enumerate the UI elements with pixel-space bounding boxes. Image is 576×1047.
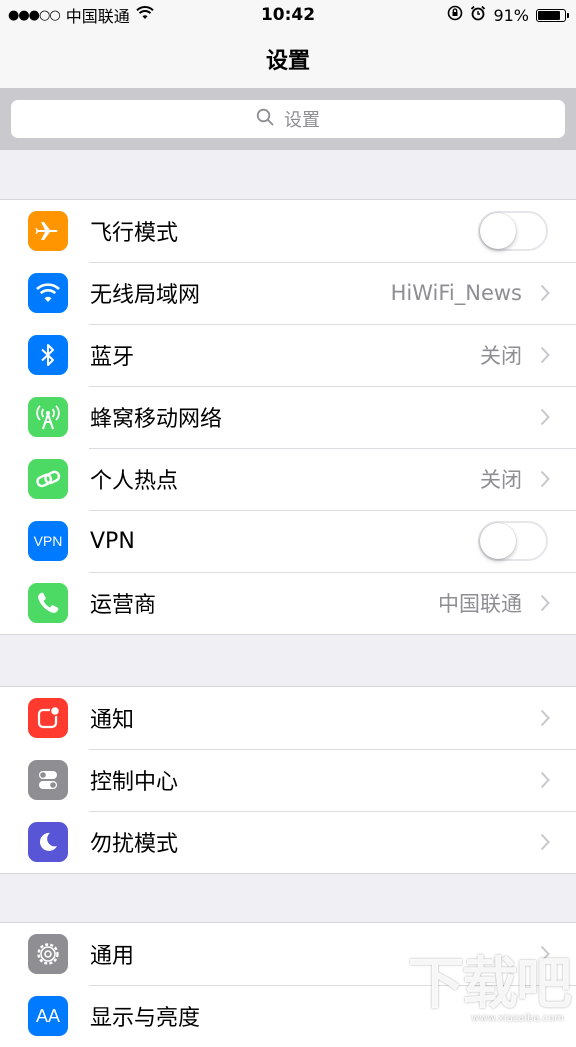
row-label: VPN bbox=[90, 528, 135, 554]
row-label: 无线局域网 bbox=[90, 283, 201, 308]
settings-row-personal-hotspot[interactable]: 个人热点 关闭 bbox=[0, 448, 576, 510]
airplane-mode-toggle[interactable] bbox=[478, 211, 548, 251]
carrier-name: 中国联通 bbox=[65, 7, 130, 26]
signal-strength-icon: ●●●○○ bbox=[8, 7, 61, 23]
navigation-bar: 设置 bbox=[0, 30, 576, 88]
status-left: ●●●○○ 中国联通 bbox=[0, 3, 154, 27]
row-label: 控制中心 bbox=[90, 770, 179, 795]
cellular-antenna-icon bbox=[28, 397, 68, 437]
chevron-right-icon bbox=[540, 408, 550, 430]
settings-row-notifications[interactable]: 通知 bbox=[0, 687, 576, 749]
chevron-right-icon bbox=[540, 594, 550, 616]
watermark-text: 下载吧 bbox=[408, 952, 572, 1017]
search-icon bbox=[256, 108, 274, 131]
bluetooth-icon bbox=[28, 335, 68, 375]
settings-row-do-not-disturb[interactable]: 勿扰模式 bbox=[0, 811, 576, 873]
row-label: 通知 bbox=[90, 708, 135, 733]
row-label: 勿扰模式 bbox=[90, 832, 179, 857]
toggle-knob bbox=[480, 213, 516, 249]
settings-row-wifi[interactable]: 无线局域网 HiWiFi_News bbox=[0, 262, 576, 324]
row-value: HiWiFi_News bbox=[390, 281, 522, 305]
row-label: 显示与亮度 bbox=[90, 1006, 201, 1031]
row-label: 个人热点 bbox=[90, 469, 179, 494]
wifi-icon bbox=[28, 273, 68, 313]
chevron-right-icon bbox=[540, 771, 550, 793]
settings-row-bluetooth[interactable]: 蓝牙 关闭 bbox=[0, 324, 576, 386]
search-input[interactable]: 设置 bbox=[11, 100, 565, 138]
orientation-lock-icon bbox=[447, 5, 463, 26]
row-label: 飞行模式 bbox=[90, 221, 179, 246]
control-center-icon bbox=[28, 760, 68, 800]
gear-icon bbox=[28, 934, 68, 974]
row-label: 蜂窝移动网络 bbox=[90, 407, 223, 432]
chevron-right-icon bbox=[540, 470, 550, 492]
settings-row-control-center[interactable]: 控制中心 bbox=[0, 749, 576, 811]
status-right: 91% bbox=[447, 5, 576, 26]
chevron-right-icon bbox=[540, 284, 550, 306]
alarm-icon bbox=[470, 5, 486, 26]
moon-icon bbox=[28, 822, 68, 862]
settings-row-airplane-mode[interactable]: 飞行模式 bbox=[0, 200, 576, 262]
search-bar-container: 设置 bbox=[0, 88, 576, 150]
row-value: 中国联通 bbox=[438, 592, 522, 616]
battery-level-fill bbox=[538, 10, 560, 20]
row-label: 通用 bbox=[90, 944, 135, 969]
status-bar: ●●●○○ 中国联通 10:42 91% bbox=[0, 0, 576, 30]
row-value: 关闭 bbox=[480, 468, 522, 492]
settings-row-carrier[interactable]: 运营商 中国联通 bbox=[0, 572, 576, 634]
settings-group-notifications: 通知 控制中心 勿扰模式 bbox=[0, 686, 576, 874]
toggle-knob bbox=[480, 523, 516, 559]
battery-icon bbox=[536, 8, 569, 22]
notification-icon bbox=[28, 698, 68, 738]
chevron-right-icon bbox=[540, 709, 550, 731]
chevron-right-icon bbox=[540, 833, 550, 855]
vpn-icon: VPN bbox=[28, 521, 68, 561]
airplane-icon bbox=[28, 211, 68, 251]
page-title: 设置 bbox=[265, 49, 310, 74]
row-value: 关闭 bbox=[480, 344, 522, 368]
settings-row-vpn[interactable]: VPN VPN bbox=[0, 510, 576, 572]
search-placeholder: 设置 bbox=[284, 110, 320, 131]
battery-percent: 91% bbox=[493, 5, 529, 25]
vpn-toggle[interactable] bbox=[478, 521, 548, 561]
display-brightness-icon: AA bbox=[28, 996, 68, 1036]
watermark-url: www.xiazaiba.com bbox=[471, 1013, 564, 1024]
phone-icon bbox=[28, 583, 68, 623]
hotspot-chain-icon bbox=[28, 459, 68, 499]
row-label: 蓝牙 bbox=[90, 345, 135, 370]
wifi-status-icon bbox=[136, 5, 154, 25]
watermark-logo: 下载吧 bbox=[408, 939, 572, 1020]
row-label: 运营商 bbox=[90, 593, 157, 618]
settings-group-connectivity: 飞行模式 无线局域网 HiWiFi_News 蓝牙 关闭 蜂窝移动网络 个人热点… bbox=[0, 199, 576, 635]
settings-row-cellular[interactable]: 蜂窝移动网络 bbox=[0, 386, 576, 448]
chevron-right-icon bbox=[540, 346, 550, 368]
